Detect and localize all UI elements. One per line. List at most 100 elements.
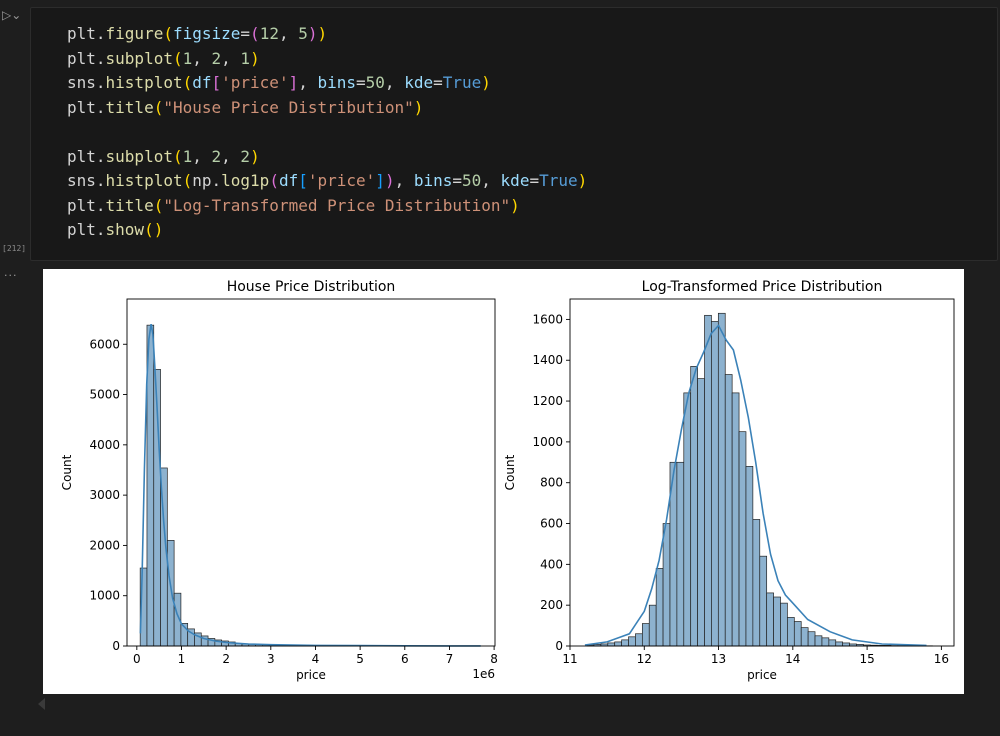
histogram-bar	[662, 523, 671, 647]
histogram-bar	[793, 621, 802, 647]
code-token: (	[172, 48, 183, 68]
y-tick-label: 4000	[89, 438, 120, 452]
y-tick-label: 200	[540, 598, 563, 612]
code-token: True	[539, 171, 578, 190]
chart-title: Log-Transformed Price Distribution	[642, 279, 883, 295]
code-token: =	[356, 73, 366, 92]
code-token: )	[317, 24, 328, 43]
code-token: title	[105, 195, 154, 215]
code-token: )	[481, 73, 491, 92]
code-token: plt.	[67, 48, 106, 68]
code-token: df	[192, 73, 212, 92]
code-token: plt.	[67, 24, 106, 43]
code-token: (	[153, 195, 164, 215]
code-token: [	[298, 171, 308, 190]
histogram-bar	[724, 374, 733, 647]
histogram-bar	[690, 366, 698, 647]
code-token: 2	[211, 146, 222, 166]
x-tick-label: 13	[711, 652, 726, 666]
histogram-bar	[607, 642, 616, 647]
code-token: histplot	[105, 171, 183, 190]
x-tick-label: 4	[312, 652, 320, 666]
y-axis-label: Count	[503, 454, 517, 490]
histogram-bar	[821, 637, 830, 647]
code-token: 2	[240, 146, 251, 166]
code-token: figure	[105, 24, 164, 43]
code-token: subplot	[105, 146, 173, 166]
code-token: bins	[413, 171, 453, 190]
y-axis-label: Count	[60, 454, 74, 490]
histogram-bar	[621, 639, 629, 647]
y-tick-label: 400	[540, 557, 563, 571]
y-tick-label: 1400	[532, 353, 563, 367]
code-token: (	[153, 97, 164, 117]
x-axis-label: price	[296, 668, 326, 682]
code-token: subplot	[105, 48, 173, 68]
code-token: "House Price Distribution"	[163, 97, 414, 117]
code-token: plt.	[67, 146, 106, 166]
code-token: 'price'	[221, 73, 289, 92]
histogram-bar	[711, 321, 719, 647]
x-tick-label: 5	[356, 652, 364, 666]
code-token: ,	[481, 171, 501, 190]
code-token: ,	[221, 146, 241, 166]
figure: 0 1 2 3 4 5 6 7 80100020003000400050006000House …	[60, 279, 955, 682]
code-token: bins	[317, 73, 357, 92]
code-token: (	[250, 24, 260, 43]
output-toggle-icon[interactable]: ...	[4, 266, 18, 279]
code-token: 1	[240, 48, 251, 68]
x-tick-label: 14	[785, 652, 800, 666]
code-token: )	[250, 48, 260, 68]
histogram-bar	[814, 635, 823, 647]
x-tick-label: 8	[490, 652, 498, 666]
code-token: =	[240, 24, 251, 43]
y-tick-label: 1600	[532, 312, 563, 326]
histogram-bar	[676, 461, 685, 647]
code-line: plt.subplot(1, 2, 1)	[67, 47, 587, 72]
y-tick-label: 0	[112, 639, 120, 653]
code-token: 2	[211, 48, 222, 68]
y-tick-label: 6000	[89, 337, 120, 351]
code-token: figsize	[172, 24, 241, 43]
code-line: plt.title("House Price Distribution")	[67, 96, 587, 121]
chart-title: House Price Distribution	[227, 279, 396, 295]
y-tick-label: 800	[540, 476, 563, 490]
code-token: kde	[500, 171, 530, 190]
x-axis-offset-label: 1e6	[472, 667, 495, 681]
code-token: title	[105, 97, 154, 117]
code-token: 'price'	[307, 171, 376, 190]
code-token: 1	[182, 146, 193, 166]
run-cell-icon[interactable]: ▷⌄	[2, 8, 21, 22]
y-tick-label: 1000	[89, 589, 120, 603]
y-tick-label: 5000	[89, 388, 120, 402]
histogram-bars	[139, 324, 480, 647]
code-token: ,	[384, 73, 405, 92]
x-tick-label: 16	[934, 652, 949, 666]
code-token: )	[307, 24, 318, 43]
code-token: (	[182, 73, 193, 92]
histogram-bar	[766, 592, 774, 647]
histogram-bar	[787, 617, 795, 647]
code-line: plt.title("Log-Transformed Price Distrib…	[67, 194, 587, 219]
x-tick-label: 0	[133, 652, 141, 666]
code-editor[interactable]: plt.figure(figsize=(12, 5)) plt.subplot(1…	[67, 22, 587, 243]
code-token: )	[250, 146, 260, 166]
code-token: 1	[182, 48, 193, 68]
x-tick-label: 15	[859, 652, 874, 666]
y-tick-label: 1000	[532, 435, 563, 449]
code-line: sns.histplot(df['price'], bins=50, kde=T…	[67, 71, 587, 96]
code-token: (	[163, 24, 173, 43]
x-tick-label: 11	[562, 652, 577, 666]
code-cell[interactable]: plt.figure(figsize=(12, 5)) plt.subplot(1…	[30, 7, 998, 261]
kde-curve	[139, 323, 481, 647]
scroll-left-icon[interactable]	[38, 698, 45, 710]
histogram-bar	[655, 568, 664, 647]
code-token: =	[529, 171, 540, 190]
code-token: plt.	[67, 220, 106, 239]
histogram-bar	[738, 431, 747, 647]
code-token: True	[442, 73, 482, 92]
code-token: )	[413, 97, 424, 117]
code-token: histplot	[105, 73, 183, 92]
code-line: plt.show()	[67, 218, 587, 243]
